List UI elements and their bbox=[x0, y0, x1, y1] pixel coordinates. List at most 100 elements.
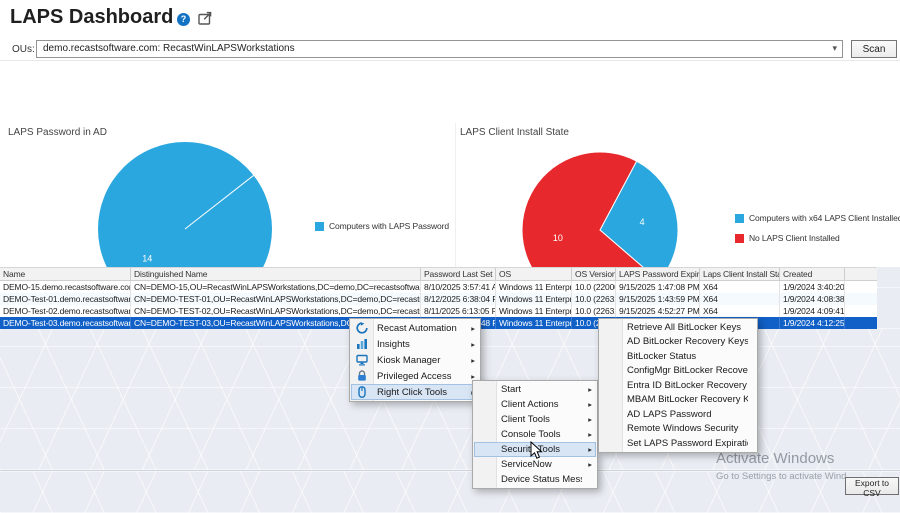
watermark-line1: Activate Windows bbox=[716, 450, 846, 467]
chevron-down-icon: ▾ bbox=[832, 43, 837, 54]
menu-item-entra-id-bitlocker-recovery-keys[interactable]: Entra ID BitLocker Recovery Keys bbox=[600, 378, 756, 393]
table-cell: DEMO-Test-02.demo.recastsoftware.com bbox=[0, 305, 131, 317]
menu-item-label: Privileged Access bbox=[377, 371, 465, 382]
menu-item-label: AD LAPS Password bbox=[627, 409, 748, 420]
client-install-chart-title: LAPS Client Install State bbox=[460, 127, 569, 138]
menu-item-label: Set LAPS Password Expiration bbox=[627, 438, 748, 449]
column-header-password-last-set[interactable]: Password Last Set bbox=[421, 268, 496, 280]
legend-swatch bbox=[315, 222, 324, 231]
security-submenu: Retrieve All BitLocker KeysAD BitLocker … bbox=[598, 318, 758, 453]
column-header-created[interactable]: Created bbox=[780, 268, 845, 280]
menu-item-ad-bitlocker-recovery-keys[interactable]: AD BitLocker Recovery Keys bbox=[600, 335, 756, 350]
menu-item-bitlocker-status[interactable]: BitLocker Status bbox=[600, 349, 756, 364]
legend-swatch bbox=[735, 214, 744, 223]
menu-item-label: Start bbox=[501, 384, 582, 395]
column-header-laps-client-install-state[interactable]: Laps Client Install State bbox=[700, 268, 780, 280]
menu-item-label: Right Click Tools bbox=[377, 387, 465, 398]
table-cell: 8/10/2025 3:57:41 AM bbox=[421, 281, 496, 293]
menu-item-label: Device Status Messages bbox=[501, 474, 582, 485]
submenu-arrow-icon: ▸ bbox=[471, 340, 475, 349]
help-icon[interactable]: ? bbox=[177, 13, 190, 26]
table-cell: 10.0 (22631) bbox=[572, 305, 616, 317]
submenu-arrow-icon: ▸ bbox=[588, 415, 592, 424]
menu-item-client-tools[interactable]: Client Tools ▸ bbox=[474, 412, 596, 427]
export-csv-button[interactable]: Export to CSV bbox=[845, 477, 899, 495]
menu-item-insights[interactable]: Insights ▸ bbox=[351, 336, 479, 352]
menu-item-label: Console Tools bbox=[501, 429, 582, 440]
menu-item-label: Entra ID BitLocker Recovery Keys bbox=[627, 380, 748, 391]
menu-item-console-tools[interactable]: Console Tools▸ bbox=[474, 427, 596, 442]
watermark-line2: Go to Settings to activate Wind bbox=[716, 471, 846, 482]
table-row[interactable]: DEMO-Test-02.demo.recastsoftware.comCN=D… bbox=[0, 305, 877, 317]
legend-swatch bbox=[735, 234, 744, 243]
table-row[interactable]: DEMO-Test-01.demo.recastsoftware.comCN=D… bbox=[0, 293, 877, 305]
submenu-arrow-icon: ▸ bbox=[588, 400, 592, 409]
table-cell: X64 bbox=[700, 293, 780, 305]
svg-text:10: 10 bbox=[553, 233, 563, 243]
activate-windows-watermark: Activate Windows Go to Settings to activ… bbox=[716, 450, 846, 482]
legend-item-computers-with-x64-laps-client-installed: Computers with x64 LAPS Client Installed bbox=[735, 213, 900, 223]
menu-item-label: Client Tools bbox=[501, 414, 582, 425]
menu-item-retrieve-all-bitlocker-keys[interactable]: Retrieve All BitLocker Keys bbox=[600, 320, 756, 335]
menu-item-label: AD BitLocker Recovery Keys bbox=[627, 336, 748, 347]
charts-panel: LAPS Password in AD LAPS Client Install … bbox=[0, 60, 900, 268]
context-menu: Recast Automation▸Insights▸Kiosk Manager… bbox=[349, 318, 481, 402]
menu-item-start[interactable]: Start▸ bbox=[474, 382, 596, 397]
table-header: NameDistinguished NamePassword Last SetO… bbox=[0, 267, 877, 281]
column-header-blank[interactable] bbox=[845, 268, 877, 280]
menu-item-label: Insights bbox=[377, 339, 465, 350]
table-cell bbox=[845, 305, 877, 317]
menu-item-recast-automation[interactable]: Recast Automation▸ bbox=[351, 320, 479, 336]
legend-item-no-laps-client-installed: No LAPS Client Installed bbox=[735, 233, 900, 243]
menu-item-set-laps-password-expiration[interactable]: Set LAPS Password Expiration bbox=[600, 436, 756, 451]
column-header-os[interactable]: OS bbox=[496, 268, 572, 280]
table-row[interactable]: DEMO-15.demo.recastsoftware.comCN=DEMO-1… bbox=[0, 281, 877, 293]
menu-item-label: Recast Automation bbox=[377, 323, 465, 334]
table-cell: 1/9/2024 4:08:38 PM bbox=[780, 293, 845, 305]
menu-item-device-status-messages[interactable]: Device Status Messages bbox=[474, 472, 596, 487]
menu-item-right-click-tools[interactable]: Right Click Tools▸ bbox=[351, 384, 479, 400]
menu-item-remote-windows-security[interactable]: Remote Windows Security bbox=[600, 422, 756, 437]
menu-item-label: ConfigMgr BitLocker Recovery Keys bbox=[627, 365, 748, 376]
menu-item-label: BitLocker Status bbox=[627, 351, 748, 362]
column-header-laps-password-expiration[interactable]: LAPS Password Expiration bbox=[616, 268, 700, 280]
column-header-os-version[interactable]: OS Version bbox=[572, 268, 616, 280]
page-title: LAPS Dashboard bbox=[10, 6, 173, 29]
menu-item-kiosk-manager[interactable]: Kiosk Manager▸ bbox=[351, 352, 479, 368]
scan-button[interactable]: Scan bbox=[851, 40, 897, 58]
ou-select-value: demo.recastsoftware.com: RecastWinLAPSWo… bbox=[43, 43, 295, 54]
menu-item-mbam-bitlocker-recovery-keys[interactable]: MBAM BitLocker Recovery Keys bbox=[600, 393, 756, 408]
mouse-cursor bbox=[530, 441, 543, 465]
table-cell: CN=DEMO-TEST-02,OU=RecastWinLAPSWorkstat… bbox=[131, 305, 421, 317]
table-cell: 1/9/2024 3:40:20 PM bbox=[780, 281, 845, 293]
pop-out-icon[interactable] bbox=[197, 10, 213, 26]
svg-text:14: 14 bbox=[142, 253, 152, 263]
legend-label: No LAPS Client Installed bbox=[749, 233, 840, 243]
legend-item-computers-with-laps-password: Computers with LAPS Password bbox=[315, 221, 449, 231]
menu-item-configmgr-bitlocker-recovery-keys[interactable]: ConfigMgr BitLocker Recovery Keys bbox=[600, 364, 756, 379]
table-cell: 9/15/2025 1:43:59 PM bbox=[616, 293, 700, 305]
table-cell: X64 bbox=[700, 281, 780, 293]
table-cell bbox=[845, 317, 877, 329]
table-cell: CN=DEMO-15,OU=RecastWinLAPSWorkstations,… bbox=[131, 281, 421, 293]
menu-item-privileged-access[interactable]: Privileged Access▸ bbox=[351, 368, 479, 384]
table-cell: Windows 11 Enterprise bbox=[496, 281, 572, 293]
submenu-arrow-icon: ▸ bbox=[471, 356, 475, 365]
ou-select[interactable]: demo.recastsoftware.com: RecastWinLAPSWo… bbox=[36, 40, 843, 58]
table-cell: X64 bbox=[700, 305, 780, 317]
table-cell: Windows 11 Enterprise bbox=[496, 305, 572, 317]
menu-item-ad-laps-password[interactable]: AD LAPS Password bbox=[600, 407, 756, 422]
menu-item-label: Client Actions bbox=[501, 399, 582, 410]
insights-icon bbox=[355, 338, 369, 350]
menu-item-label: Remote Windows Security bbox=[627, 423, 748, 434]
menu-item-client-actions[interactable]: Client Actions ▸ bbox=[474, 397, 596, 412]
column-header-distinguished-name[interactable]: Distinguished Name bbox=[131, 268, 421, 280]
column-header-name[interactable]: Name bbox=[0, 268, 131, 280]
privileged-access-icon bbox=[355, 370, 369, 382]
table-cell bbox=[845, 281, 877, 293]
recast-automation-icon bbox=[355, 322, 369, 334]
table-cell: 1/9/2024 4:09:41 PM bbox=[780, 305, 845, 317]
submenu-arrow-icon: ▸ bbox=[588, 460, 592, 469]
table-side-fill bbox=[877, 267, 900, 329]
right-click-tools-icon bbox=[355, 386, 369, 398]
